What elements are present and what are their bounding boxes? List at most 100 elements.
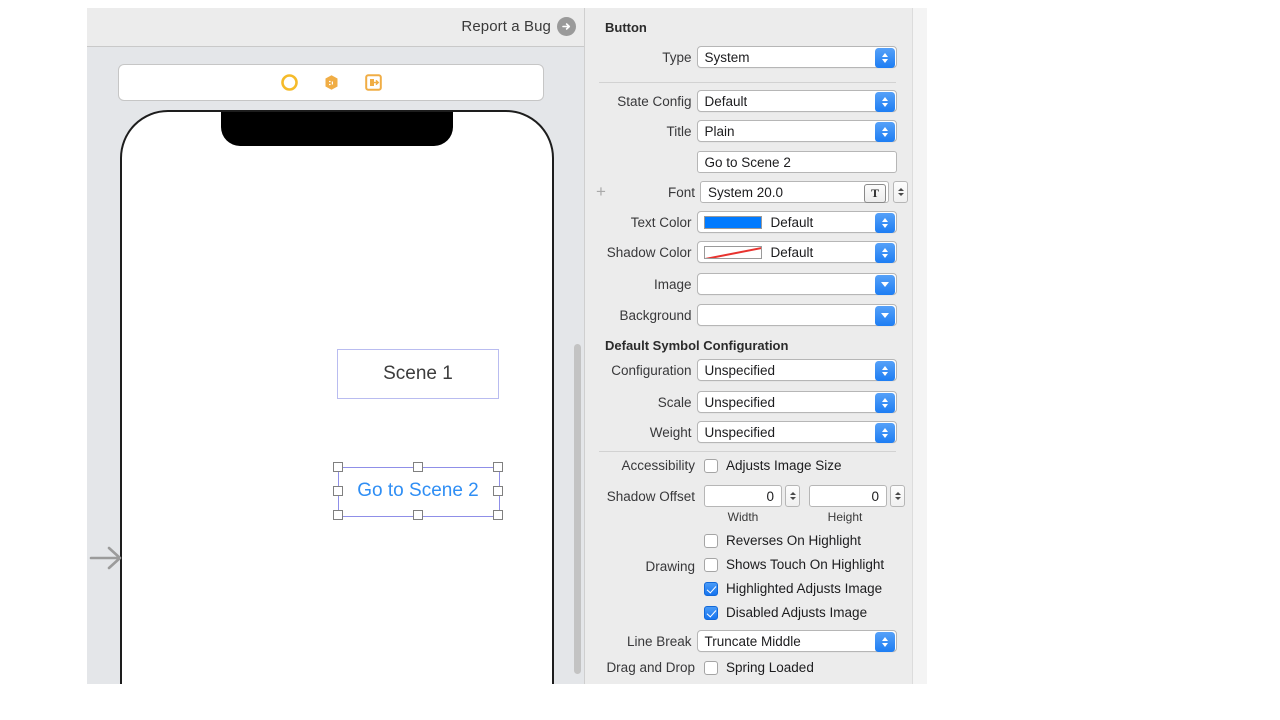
shadow-color-label: Shadow Color	[606, 244, 692, 260]
font-value: System 20.0	[708, 184, 784, 200]
spring-loaded-label: Spring Loaded	[726, 660, 814, 675]
text-color-value: Default	[770, 214, 814, 230]
text-color-popup-button[interactable]: Default	[696, 211, 897, 233]
disabled-adjusts-image-label: Disabled Adjusts Image	[726, 605, 868, 620]
line-break-value: Truncate Middle	[704, 633, 801, 649]
divider	[599, 451, 896, 452]
resize-handle-middle-left[interactable]	[333, 486, 343, 496]
chevron-updown-icon[interactable]	[875, 121, 895, 142]
arrow-right-circle-icon[interactable]	[557, 17, 576, 36]
title-text-input[interactable]: Go to Scene 2	[696, 151, 897, 173]
shadow-offset-width-input[interactable]: 0	[704, 485, 782, 507]
resize-handle-middle-right[interactable]	[493, 486, 503, 496]
disabled-adjusts-image-checkbox-row[interactable]: Disabled Adjusts Image	[704, 605, 867, 620]
background-label: Background	[619, 307, 692, 323]
shadow-color-value: Default	[770, 244, 814, 260]
state-config-label: State Config	[617, 93, 692, 109]
first-responder-icon[interactable]	[323, 74, 340, 91]
inspector-section-title: Button	[605, 20, 647, 35]
font-label: Font	[667, 184, 695, 200]
storyboard-canvas[interactable]: Report a Bug Scene 1 Go to Scene 2	[87, 8, 584, 684]
background-combo-box[interactable]	[696, 304, 897, 326]
shadow-offset-width-stepper[interactable]	[785, 485, 800, 507]
configuration-popup-button[interactable]: Unspecified	[696, 359, 897, 381]
exit-icon[interactable]	[364, 74, 382, 91]
chevron-updown-icon[interactable]	[875, 212, 895, 233]
selected-button-title: Go to Scene 2	[357, 480, 479, 501]
shadow-color-swatch[interactable]	[703, 245, 762, 259]
configuration-value: Unspecified	[704, 362, 776, 378]
shadow-color-popup-button[interactable]: Default	[696, 241, 897, 263]
iphone-device-frame: Scene 1 Go to Scene 2	[120, 110, 554, 684]
scene-dock-bar[interactable]	[118, 64, 544, 101]
chevron-updown-icon[interactable]	[875, 422, 895, 443]
spring-loaded-checkbox[interactable]	[704, 660, 718, 675]
title-style-popup-button[interactable]: Plain	[696, 120, 897, 142]
font-size-stepper[interactable]	[893, 181, 908, 203]
shadow-offset-height-caption: Height	[827, 510, 863, 524]
resize-handle-bottom-center[interactable]	[413, 510, 423, 520]
attributes-inspector-panel[interactable]: Button Type System State Config Default …	[584, 8, 913, 684]
chevron-updown-icon[interactable]	[875, 631, 895, 652]
storyboard-entry-arrow-icon	[87, 536, 129, 580]
selected-button[interactable]: Go to Scene 2	[333, 462, 503, 520]
scene-1-label-text: Scene 1	[383, 363, 453, 384]
title-style-value: Plain	[704, 123, 735, 139]
resize-handle-top-right[interactable]	[493, 462, 503, 472]
shows-touch-on-highlight-checkbox[interactable]	[704, 557, 718, 572]
view-controller-icon[interactable]	[280, 74, 298, 91]
resize-handle-bottom-right[interactable]	[493, 510, 503, 520]
line-break-popup-button[interactable]: Truncate Middle	[696, 630, 897, 652]
device-notch	[221, 112, 453, 146]
shadow-offset-height-input[interactable]: 0	[809, 485, 887, 507]
scene-1-label[interactable]: Scene 1	[337, 349, 499, 399]
highlighted-adjusts-image-label: Highlighted Adjusts Image	[726, 581, 883, 596]
line-break-label: Line Break	[626, 633, 692, 649]
shows-touch-on-highlight-checkbox-row[interactable]: Shows Touch On Highlight	[704, 557, 884, 572]
weight-label: Weight	[649, 424, 692, 440]
report-a-bug-button[interactable]: Report a Bug	[461, 17, 576, 36]
canvas-scrollbar-thumb[interactable]	[574, 344, 581, 674]
chevron-updown-icon[interactable]	[875, 47, 895, 68]
font-panel-icon[interactable]: T	[864, 183, 886, 203]
inspector-vertical-scrollbar[interactable]	[912, 8, 927, 684]
drawing-label: Drawing	[645, 559, 695, 574]
accessibility-label: Accessibility	[621, 458, 695, 473]
symbol-configuration-heading: Default Symbol Configuration	[605, 338, 789, 353]
state-config-value: Default	[704, 93, 748, 109]
shadow-offset-height-stepper[interactable]	[890, 485, 905, 507]
canvas-vertical-scrollbar[interactable]	[572, 344, 582, 684]
font-input[interactable]: System 20.0 T	[700, 181, 889, 203]
spring-loaded-checkbox-row[interactable]: Spring Loaded	[704, 660, 814, 675]
adjusts-image-size-checkbox-row[interactable]: Adjusts Image Size	[704, 458, 842, 473]
chevron-updown-icon[interactable]	[875, 242, 895, 263]
drag-and-drop-label: Drag and Drop	[606, 660, 695, 675]
resize-handle-bottom-left[interactable]	[333, 510, 343, 520]
state-config-popup-button[interactable]: Default	[696, 90, 897, 112]
title-style-label: Title	[666, 123, 692, 139]
highlighted-adjusts-image-checkbox[interactable]	[704, 581, 718, 596]
shadow-offset-height-value: 0	[871, 488, 879, 504]
chevron-updown-icon[interactable]	[875, 392, 895, 413]
text-color-swatch[interactable]	[703, 215, 762, 229]
type-value: System	[704, 49, 750, 65]
divider	[599, 82, 896, 83]
resize-handle-top-left[interactable]	[333, 462, 343, 472]
report-a-bug-label: Report a Bug	[461, 18, 551, 35]
chevron-updown-icon[interactable]	[875, 91, 895, 112]
chevron-updown-icon[interactable]	[875, 360, 895, 381]
type-popup-button[interactable]: System	[696, 46, 897, 68]
image-combo-box[interactable]	[696, 273, 897, 295]
reverses-on-highlight-checkbox-row[interactable]: Reverses On Highlight	[704, 533, 861, 548]
resize-handle-top-center[interactable]	[413, 462, 423, 472]
weight-popup-button[interactable]: Unspecified	[696, 421, 897, 443]
shadow-offset-width-value: 0	[766, 488, 774, 504]
reverses-on-highlight-checkbox[interactable]	[704, 533, 718, 548]
scale-popup-button[interactable]: Unspecified	[696, 391, 897, 413]
disabled-adjusts-image-checkbox[interactable]	[704, 605, 718, 620]
adjusts-image-size-checkbox[interactable]	[704, 458, 718, 473]
chevron-down-icon[interactable]	[875, 274, 895, 295]
highlighted-adjusts-image-checkbox-row[interactable]: Highlighted Adjusts Image	[704, 581, 882, 596]
canvas-toolbar: Report a Bug	[87, 8, 584, 47]
chevron-down-icon[interactable]	[875, 305, 895, 326]
